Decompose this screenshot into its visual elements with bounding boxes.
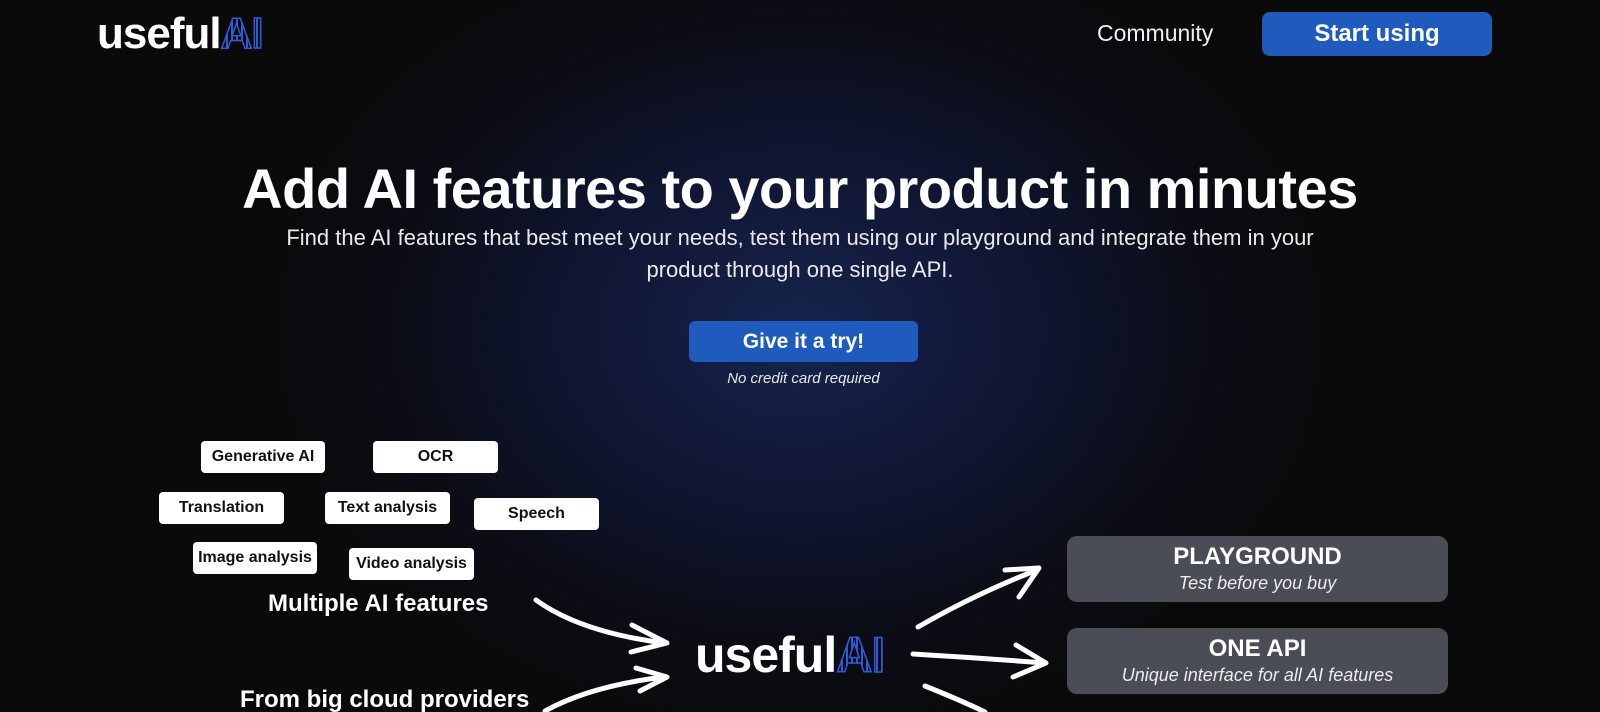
arrow-providers-to-logo bbox=[542, 674, 667, 712]
diagram-arrows bbox=[533, 565, 1049, 712]
card-subtitle: Test before you buy bbox=[1178, 573, 1337, 593]
arrow-features-to-logo bbox=[533, 597, 667, 646]
playground-card: PLAYGROUND Test before you buy bbox=[1067, 536, 1448, 602]
center-logo: useful AI bbox=[695, 627, 887, 683]
card-subtitle: Unique interface for all AI features bbox=[1121, 665, 1394, 685]
center-logo-accent: AI bbox=[836, 627, 887, 683]
arrow-logo-to-next bbox=[922, 683, 988, 712]
card-title: PLAYGROUND bbox=[1173, 543, 1342, 570]
center-logo-text: useful bbox=[695, 627, 837, 683]
card-title: ONE API bbox=[1208, 635, 1307, 662]
one-api-card: ONE API Unique interface for all AI feat… bbox=[1067, 628, 1448, 694]
arrow-logo-to-api bbox=[910, 651, 1048, 666]
